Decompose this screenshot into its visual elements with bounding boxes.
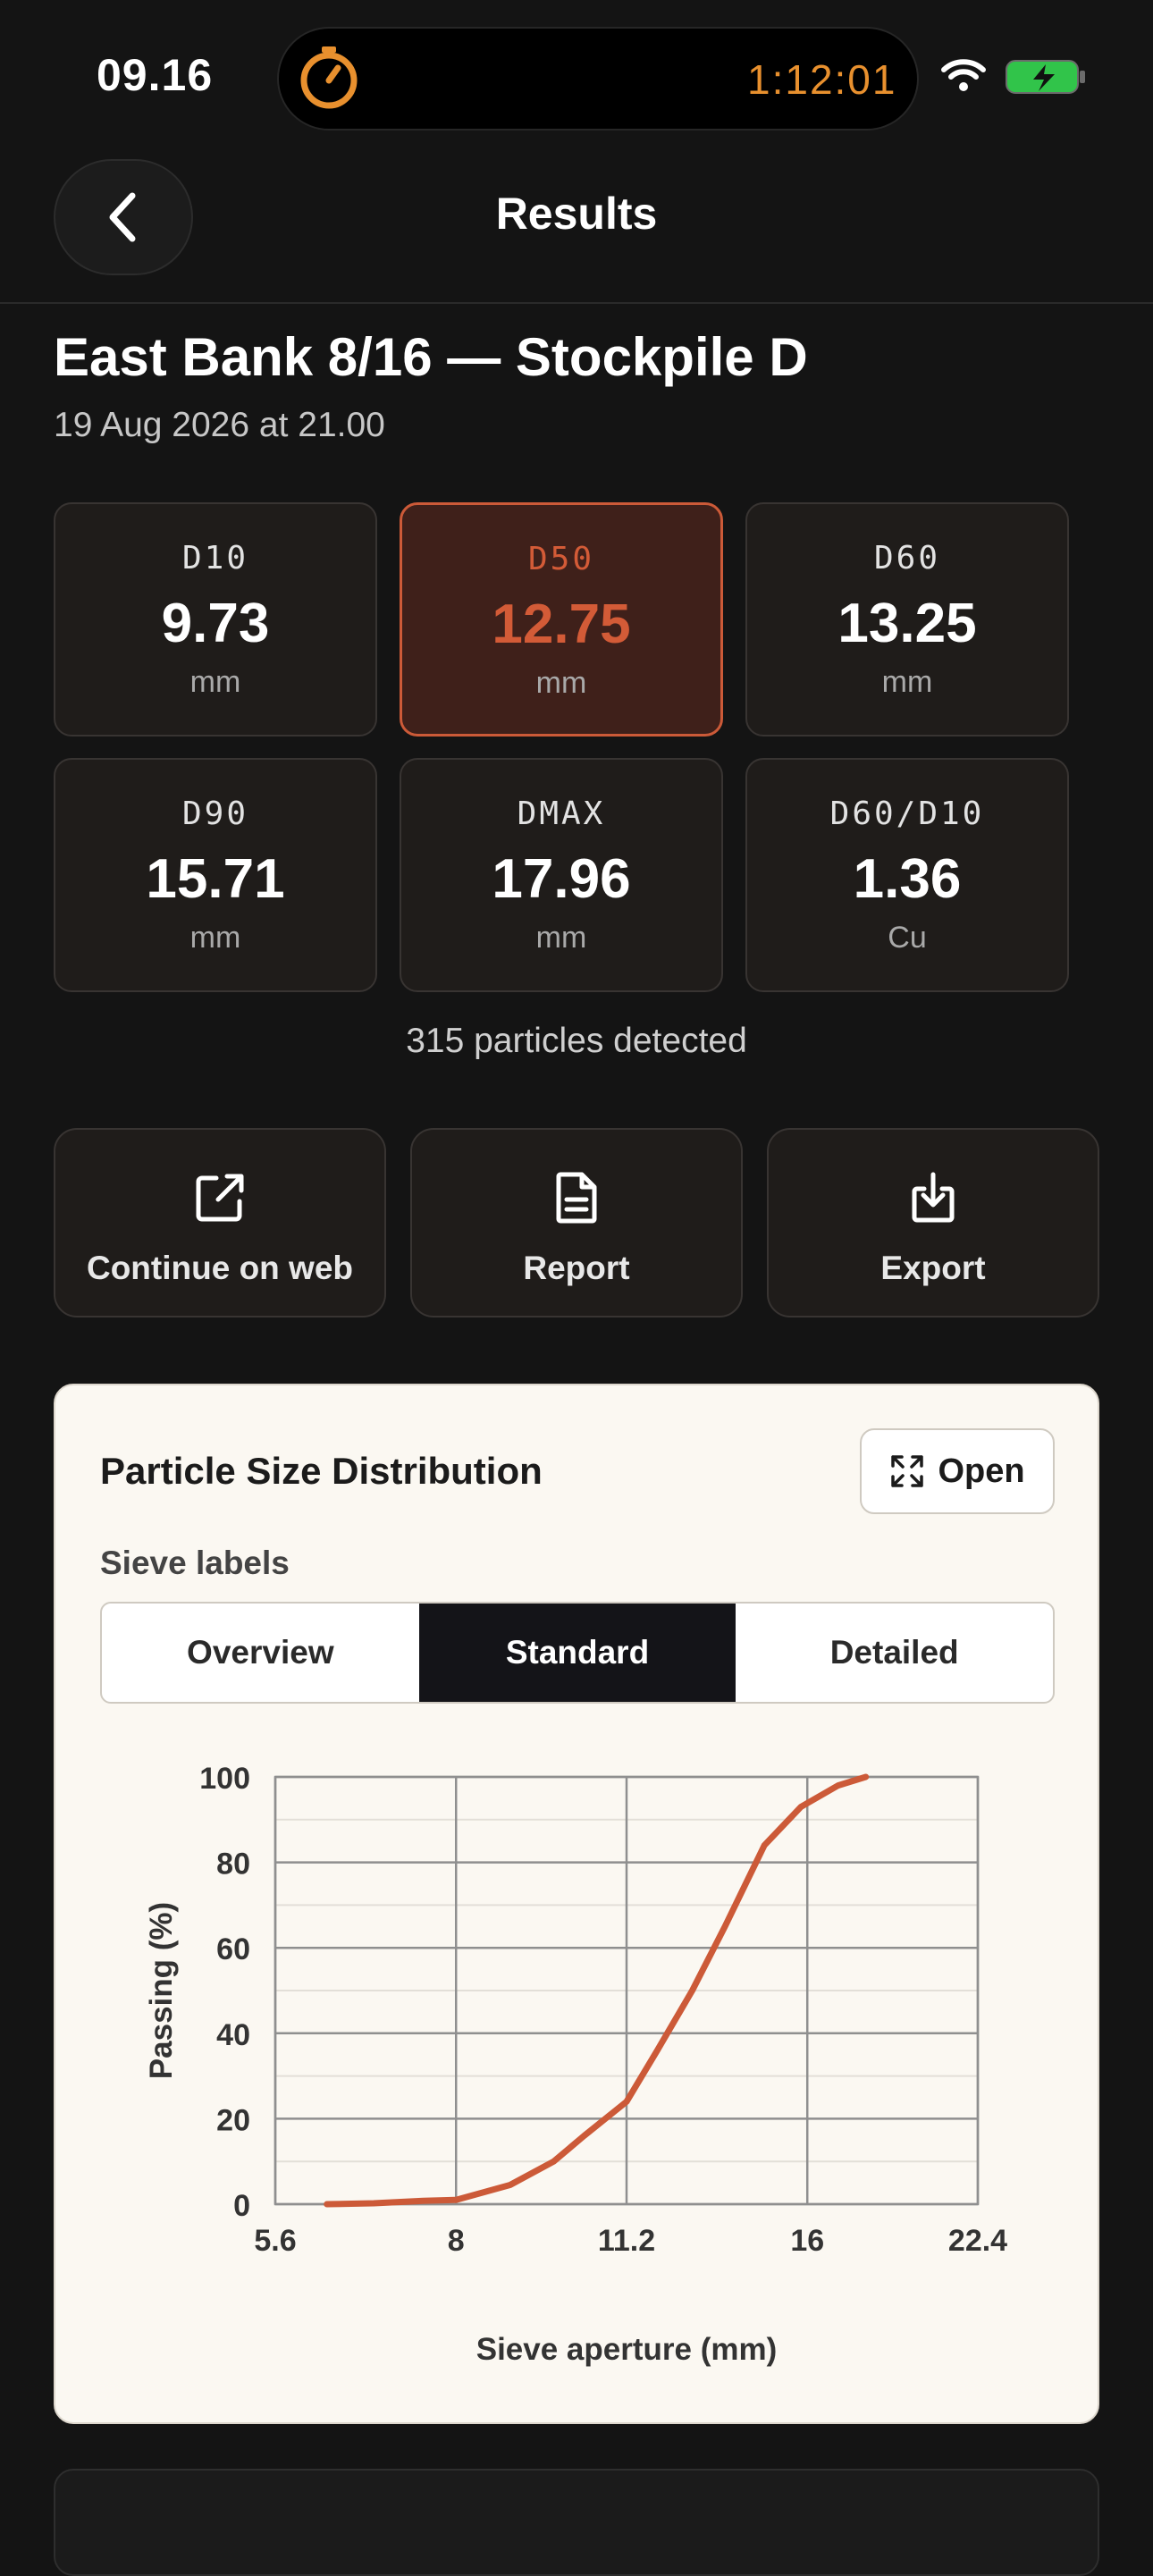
- sieve-label-segmented-control[interactable]: Overview Standard Detailed: [100, 1602, 1055, 1704]
- metric-unit: Cu: [888, 921, 927, 955]
- metric-tile-d60[interactable]: D60 13.25 mm: [745, 502, 1069, 737]
- timer-readout: 1:12:01: [747, 56, 897, 103]
- metric-value: 17.96: [492, 848, 631, 910]
- metric-unit: mm: [189, 665, 241, 699]
- metric-tile-dmax[interactable]: DMAX 17.96 mm: [400, 758, 723, 992]
- x-tick-label: 5.6: [254, 2224, 296, 2258]
- metric-value: 15.71: [146, 848, 285, 910]
- metric-label: D60: [873, 540, 941, 577]
- document-icon: [556, 1172, 597, 1224]
- page-title: Results: [495, 189, 658, 239]
- open-label: Open: [938, 1452, 1025, 1490]
- export-button[interactable]: Export: [767, 1128, 1099, 1317]
- report-label: Report: [523, 1250, 630, 1286]
- sieve-labels-caption: Sieve labels: [100, 1545, 290, 1581]
- y-tick-label: 0: [233, 2189, 250, 2223]
- metric-unit: mm: [535, 666, 587, 700]
- wifi-icon: [940, 57, 987, 93]
- x-tick-label: 22.4: [948, 2224, 1007, 2258]
- metric-label: DMAX: [517, 796, 606, 832]
- metric-tile-d90[interactable]: D90 15.71 mm: [54, 758, 377, 992]
- nav-divider: [0, 302, 1153, 304]
- open-chart-button[interactable]: Open: [860, 1428, 1055, 1514]
- segment-standard[interactable]: Standard: [418, 1604, 736, 1702]
- battery-charging-icon: [1005, 57, 1087, 97]
- stopwatch-icon: [295, 43, 363, 111]
- y-tick-label: 40: [216, 2018, 250, 2052]
- y-tick-label: 60: [216, 1932, 250, 1966]
- metric-value: 13.25: [837, 593, 977, 654]
- report-button[interactable]: Report: [410, 1128, 743, 1317]
- metric-tile-d10[interactable]: D10 9.73 mm: [54, 502, 377, 737]
- x-tick-label: 16: [790, 2224, 824, 2258]
- metric-unit: mm: [535, 921, 587, 955]
- external-link-icon: [196, 1174, 244, 1222]
- y-tick-label: 20: [216, 2103, 250, 2137]
- continue-on-web-button[interactable]: Continue on web: [54, 1128, 386, 1317]
- psd-chart: 0 20 40 60 80 100 5.6 8 11.2 16 22.4 Sieve aperture…: [144, 1762, 1007, 2367]
- metric-unit: mm: [881, 665, 933, 699]
- metric-tile-d50[interactable]: D50 12.75 mm: [400, 502, 723, 737]
- y-tick-label: 80: [216, 1848, 250, 1881]
- x-axis-label: Sieve aperture (mm): [476, 2332, 778, 2367]
- status-time: 09.16: [97, 50, 214, 100]
- metric-label: D10: [181, 540, 249, 577]
- expand-icon: [891, 1455, 924, 1487]
- next-card: [54, 2469, 1099, 2576]
- card-title: Particle Size Distribution: [100, 1450, 543, 1492]
- metric-tile-cu[interactable]: D60/D10 1.36 Cu: [745, 758, 1069, 992]
- y-tick-label: 100: [199, 1762, 250, 1796]
- metric-label: D50: [527, 541, 595, 577]
- metric-value: 1.36: [853, 848, 962, 910]
- metric-unit: mm: [189, 921, 241, 955]
- particles-count: 315 particles detected: [406, 1022, 747, 1060]
- x-tick-label: 11.2: [598, 2224, 655, 2258]
- x-tick-label: 8: [448, 2224, 465, 2258]
- y-axis-label: Passing (%): [144, 1902, 179, 2079]
- metric-label: D90: [181, 796, 249, 832]
- metric-value: 12.75: [492, 593, 631, 655]
- metric-value: 9.73: [161, 593, 270, 654]
- sample-date: 19 Aug 2026 at 21.00: [54, 406, 385, 444]
- export-label: Export: [880, 1250, 986, 1286]
- metric-label: D60/D10: [829, 796, 985, 832]
- continue-on-web-label: Continue on web: [86, 1250, 354, 1286]
- segment-detailed[interactable]: Detailed: [736, 1604, 1053, 1702]
- segment-overview[interactable]: Overview: [102, 1604, 419, 1702]
- download-icon: [912, 1172, 955, 1223]
- sample-title: East Bank 8/16 — Stockpile D: [54, 327, 808, 387]
